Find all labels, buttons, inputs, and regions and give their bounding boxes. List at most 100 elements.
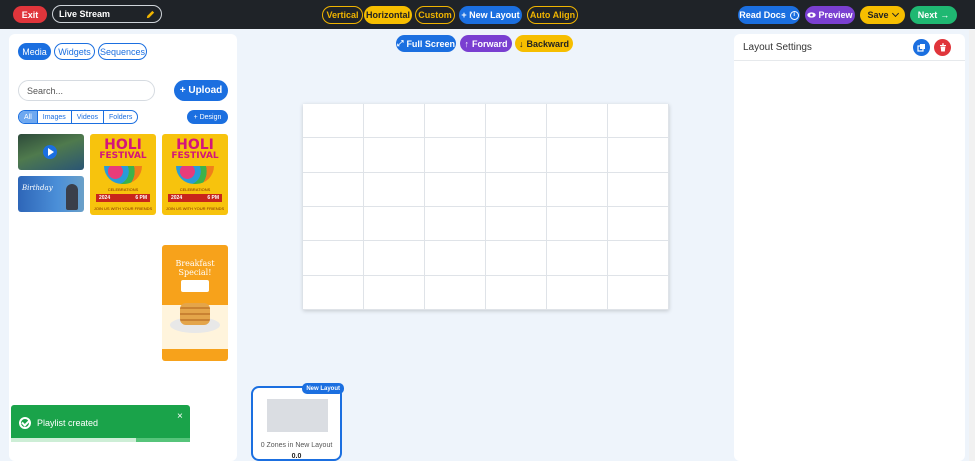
grid-cell[interactable] xyxy=(303,138,364,173)
grid-cell[interactable] xyxy=(425,138,486,173)
grid-cell[interactable] xyxy=(364,138,425,173)
grid-cell[interactable] xyxy=(486,172,547,207)
tab-media[interactable]: Media xyxy=(18,43,51,60)
holi-time: 6 PM xyxy=(207,195,219,201)
upload-button[interactable]: + Upload xyxy=(174,80,228,101)
grid-cell[interactable] xyxy=(608,206,669,242)
pencil-icon[interactable] xyxy=(145,9,156,20)
layout-card[interactable]: New Layout 0 Zones in New Layout 0.0 xyxy=(251,383,344,461)
copy-icon xyxy=(917,44,925,52)
full-screen-button[interactable]: ⤢ Full Screen xyxy=(396,35,456,52)
forward-button[interactable]: ↑ Forward xyxy=(460,35,512,52)
new-layout-badge: New Layout xyxy=(302,383,344,394)
grid-cell[interactable] xyxy=(486,104,547,139)
new-layout-button[interactable]: + New Layout xyxy=(459,6,522,24)
grid-cell[interactable] xyxy=(608,104,669,139)
close-icon[interactable]: × xyxy=(177,411,183,422)
save-label: Save xyxy=(867,10,889,20)
zones-count: 0 Zones in New Layout xyxy=(260,442,333,449)
panel-divider xyxy=(734,60,965,61)
grid-cell[interactable] xyxy=(547,104,608,139)
check-circle-icon xyxy=(19,417,31,429)
grid-cell[interactable] xyxy=(486,138,547,173)
holi-celebrations: CELEBRATIONS xyxy=(107,187,139,192)
grid-cell[interactable] xyxy=(364,104,425,139)
grid-cell[interactable] xyxy=(608,275,669,310)
filter-folders[interactable]: Folders xyxy=(104,111,137,123)
filter-images[interactable]: Images xyxy=(38,111,72,123)
auto-align-button[interactable]: Auto Align xyxy=(527,6,578,24)
trash-icon xyxy=(939,43,946,52)
duplicate-button[interactable] xyxy=(913,39,930,56)
layout-name-text: Live Stream xyxy=(59,9,111,19)
grid-cell[interactable] xyxy=(364,206,425,242)
design-button[interactable]: + Design xyxy=(187,110,228,124)
grid-cell[interactable] xyxy=(364,241,425,276)
grid-cell[interactable] xyxy=(547,138,608,173)
media-thumbnail-holi-2[interactable]: HOLI FESTIVAL CELEBRATIONS 2024 6 PM JOI… xyxy=(162,134,228,215)
tab-sequences[interactable]: Sequences xyxy=(98,43,147,60)
layout-settings-panel: Layout Settings xyxy=(734,34,965,461)
page-scrollbar[interactable] xyxy=(969,30,975,461)
grid-cell[interactable] xyxy=(486,206,547,242)
layout-preview xyxy=(267,399,328,432)
grid-cell[interactable] xyxy=(486,275,547,310)
tab-widgets[interactable]: Widgets xyxy=(54,43,95,60)
grid-cell[interactable] xyxy=(425,172,486,207)
read-docs-button[interactable]: Read Docs i xyxy=(738,6,800,24)
grid-cell[interactable] xyxy=(303,241,364,276)
grid-cell[interactable] xyxy=(425,206,486,242)
orientation-vertical-button[interactable]: Vertical xyxy=(322,6,363,24)
full-screen-label: Full Screen xyxy=(406,38,455,49)
toast-notification: Playlist created × xyxy=(11,405,190,442)
layout-duration: 0.0 xyxy=(291,453,302,460)
grid-cell[interactable] xyxy=(608,241,669,276)
backward-button[interactable]: ↓ Backward xyxy=(515,35,573,52)
layout-canvas[interactable] xyxy=(303,104,669,310)
media-thumbnail-holi-1[interactable]: HOLI FESTIVAL CELEBRATIONS 2024 6 PM JOI… xyxy=(90,134,156,215)
grid-cell[interactable] xyxy=(425,275,486,310)
media-thumbnail-video[interactable] xyxy=(18,134,84,170)
holi-subtitle: FESTIVAL xyxy=(99,151,147,161)
orientation-custom-button[interactable]: Custom xyxy=(415,6,455,24)
arrow-up-icon: ↑ xyxy=(464,38,469,49)
holi-celebrations: CELEBRATIONS xyxy=(179,187,211,192)
preview-label: Preview xyxy=(818,10,853,20)
grid-cell[interactable] xyxy=(303,104,364,139)
grid-cell[interactable] xyxy=(425,104,486,139)
birthday-text: Birthday xyxy=(22,184,53,192)
grid-cell[interactable] xyxy=(425,241,486,276)
media-thumbnail-birthday[interactable]: Birthday xyxy=(18,176,84,212)
grid-cell[interactable] xyxy=(486,241,547,276)
filter-videos[interactable]: Videos xyxy=(72,111,105,123)
save-button[interactable]: Save xyxy=(860,6,905,24)
grid-cell[interactable] xyxy=(303,275,364,310)
search-input[interactable]: Search... xyxy=(18,80,155,101)
filter-all[interactable]: All xyxy=(19,111,38,123)
grid-cell[interactable] xyxy=(364,172,425,207)
holi-date-banner: 2024 6 PM xyxy=(96,194,150,202)
exit-button[interactable]: Exit xyxy=(13,6,47,23)
grid-cell[interactable] xyxy=(608,172,669,207)
grid-cell[interactable] xyxy=(303,172,364,207)
grid-cell[interactable] xyxy=(303,206,364,242)
color-bowl-image xyxy=(104,166,142,184)
layout-name-field[interactable]: Live Stream xyxy=(52,5,162,23)
orientation-horizontal-button[interactable]: Horizontal xyxy=(364,6,412,24)
delete-button[interactable] xyxy=(934,39,951,56)
preview-button[interactable]: Preview xyxy=(805,6,855,24)
grid-cell[interactable] xyxy=(608,138,669,173)
expand-icon: ⤢ xyxy=(397,38,404,48)
grid-cell[interactable] xyxy=(547,172,608,207)
toast-progress xyxy=(11,438,190,442)
next-button[interactable]: Next → xyxy=(910,6,957,24)
arrow-down-icon: ↓ xyxy=(518,38,524,49)
grid-cell[interactable] xyxy=(547,241,608,276)
grid-cell[interactable] xyxy=(547,206,608,242)
media-thumbnail-breakfast[interactable]: Breakfast Special! xyxy=(162,245,228,361)
toast-message: Playlist created xyxy=(37,418,99,428)
media-panel: Media Widgets Sequences Search... + Uplo… xyxy=(9,34,237,461)
read-docs-label: Read Docs xyxy=(739,10,786,20)
grid-cell[interactable] xyxy=(547,275,608,310)
grid-cell[interactable] xyxy=(364,275,425,310)
